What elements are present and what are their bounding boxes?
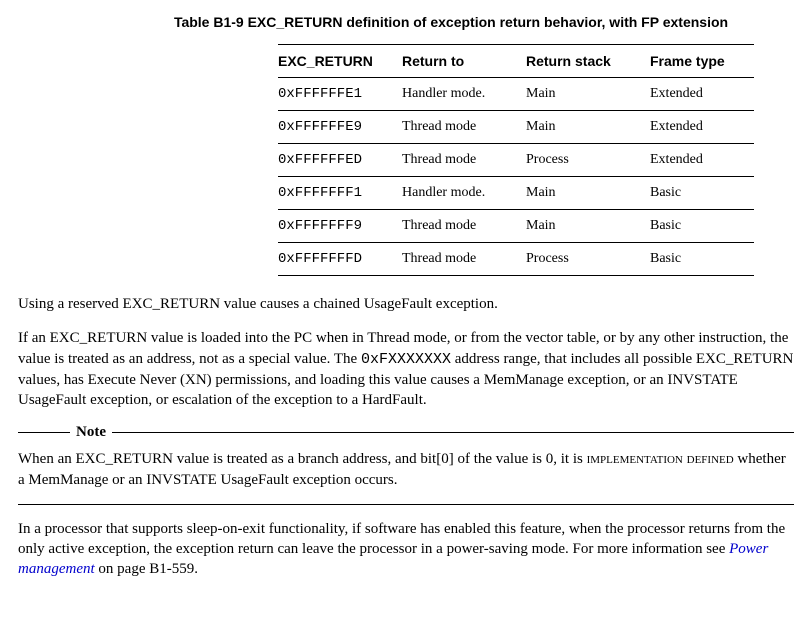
cell-return-to: Thread mode — [402, 210, 526, 243]
col-header-return-to: Return to — [402, 45, 526, 78]
cell-return-to: Thread mode — [402, 243, 526, 276]
note-rule-left — [18, 432, 70, 433]
paragraph-sleep-on-exit: In a processor that supports sleep-on-ex… — [18, 519, 794, 580]
text-span: on page B1-559. — [95, 561, 198, 577]
cell-return-to: Thread mode — [402, 144, 526, 177]
cell-return-stack: Main — [526, 78, 650, 111]
cell-return-stack: Main — [526, 210, 650, 243]
cell-return-to: Handler mode. — [402, 177, 526, 210]
note-label: Note — [70, 424, 112, 441]
cell-frame-type: Extended — [650, 111, 754, 144]
table-title: Table B1-9 EXC_RETURN definition of exce… — [108, 14, 794, 30]
cell-exc-return: 0xFFFFFFED — [278, 144, 402, 177]
implementation-defined: implementation defined — [587, 451, 734, 467]
code-address-range: 0xFXXXXXXX — [361, 351, 451, 368]
cell-return-to: Handler mode. — [402, 78, 526, 111]
cell-frame-type: Basic — [650, 243, 754, 276]
cell-exc-return: 0xFFFFFFE9 — [278, 111, 402, 144]
cell-exc-return: 0xFFFFFFE1 — [278, 78, 402, 111]
note-rule-right — [112, 432, 794, 433]
table-row: 0xFFFFFFFD Thread mode Process Basic — [278, 243, 754, 276]
text-span: In a processor that supports sleep-on-ex… — [18, 521, 785, 557]
col-header-frame-type: Frame type — [650, 45, 754, 78]
cell-frame-type: Extended — [650, 78, 754, 111]
table-row: 0xFFFFFFE9 Thread mode Main Extended — [278, 111, 754, 144]
cell-exc-return: 0xFFFFFFFD — [278, 243, 402, 276]
table-row: 0xFFFFFFF9 Thread mode Main Basic — [278, 210, 754, 243]
cell-exc-return: 0xFFFFFFF1 — [278, 177, 402, 210]
note-close-rule — [18, 504, 794, 505]
col-header-exc-return: EXC_RETURN — [278, 45, 402, 78]
note-heading: Note — [18, 424, 794, 441]
table-row: 0xFFFFFFED Thread mode Process Extended — [278, 144, 754, 177]
table-row: 0xFFFFFFE1 Handler mode. Main Extended — [278, 78, 754, 111]
cell-frame-type: Extended — [650, 144, 754, 177]
cell-frame-type: Basic — [650, 210, 754, 243]
text-span: When an EXC_RETURN value is treated as a… — [18, 451, 587, 467]
cell-return-to: Thread mode — [402, 111, 526, 144]
paragraph-reserved-exc-return: Using a reserved EXC_RETURN value causes… — [18, 294, 794, 314]
cell-return-stack: Main — [526, 177, 650, 210]
paragraph-loaded-into-pc: If an EXC_RETURN value is loaded into th… — [18, 328, 794, 410]
note-body: When an EXC_RETURN value is treated as a… — [18, 449, 794, 490]
table-row: 0xFFFFFFF1 Handler mode. Main Basic — [278, 177, 754, 210]
cell-return-stack: Process — [526, 144, 650, 177]
cell-return-stack: Main — [526, 111, 650, 144]
exc-return-table: EXC_RETURN Return to Return stack Frame … — [278, 44, 794, 276]
cell-exc-return: 0xFFFFFFF9 — [278, 210, 402, 243]
col-header-return-stack: Return stack — [526, 45, 650, 78]
cell-frame-type: Basic — [650, 177, 754, 210]
cell-return-stack: Process — [526, 243, 650, 276]
